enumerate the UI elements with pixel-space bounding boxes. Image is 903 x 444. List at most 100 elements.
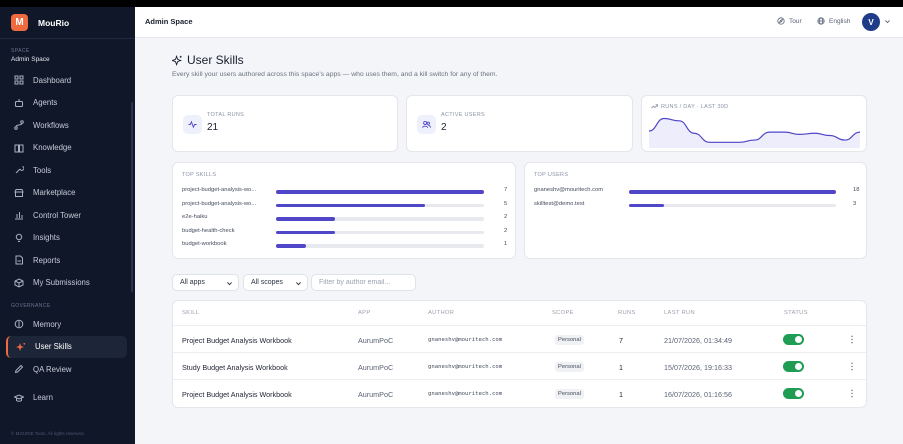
sidebar-item-label: Agents [33, 98, 58, 108]
sidebar-item-label: User Skills [35, 342, 72, 352]
bar-count: 7 [504, 187, 508, 193]
avatar[interactable]: V [862, 13, 880, 31]
bar-track [276, 203, 484, 208]
governance-section-label: GOVERNANCE [11, 303, 51, 309]
sidebar-item-label: Reports [33, 255, 61, 265]
more-options-icon[interactable] [850, 362, 854, 371]
workflow-icon [14, 120, 24, 131]
sidebar-item-qa-review[interactable]: QA Review [0, 358, 135, 381]
chevron-down-icon [296, 282, 301, 286]
skill-name: Project Budget Analysis Workbook [182, 390, 292, 399]
column-header-scope[interactable]: SCOPE [552, 310, 574, 316]
bar-row: budget-health-check 2 [182, 227, 512, 237]
more-options-icon[interactable] [850, 335, 854, 344]
bar-count: 2 [504, 214, 508, 221]
activity-icon [183, 115, 202, 134]
runs-sparkline [649, 117, 860, 148]
lightbulb-icon [14, 233, 24, 243]
bot-icon [14, 98, 24, 108]
sidebar-footer: © MOURIE Tools. All rights reserved. [11, 431, 85, 436]
top-skills-card: TOP SKILLS project-budget-analysis-wo...… [172, 162, 516, 259]
bar-track [276, 230, 484, 235]
column-header-app[interactable]: APP [358, 310, 371, 316]
author-filter-input[interactable] [311, 274, 416, 291]
stat-label: ACTIVE USERS [441, 112, 485, 118]
status-toggle[interactable] [783, 388, 804, 399]
bar-row: project-budget-analysis-wo... 7 [182, 186, 512, 196]
runs-per-day-card: RUNS / DAY · LAST 30D [641, 95, 867, 152]
sparkle-icon [16, 342, 26, 352]
table-row[interactable]: Project Budget Analysis Workbook AurumPo… [173, 326, 866, 353]
sidebar-item-knowledge[interactable]: Knowledge [0, 137, 135, 160]
sidebar-item-agents[interactable]: Agents [0, 92, 135, 115]
tour-button[interactable]: Tour [777, 17, 802, 25]
sidebar-item-my-submissions[interactable]: My Submissions [0, 272, 135, 295]
graduation-cap-icon [14, 393, 24, 403]
stat-value: 2 [441, 122, 447, 133]
bar-row: skilltest@demo.test 3 [534, 200, 864, 210]
brand[interactable]: M MouRio [0, 7, 135, 39]
last-run: 16/07/2026, 01:16:56 [664, 390, 732, 399]
sidebar-item-dashboard[interactable]: Dashboard [0, 69, 135, 92]
sidebar-item-control-tower[interactable]: Control Tower [0, 204, 135, 227]
sidebar-item-user-skills[interactable]: User Skills [6, 335, 127, 358]
apps-filter-select[interactable]: All apps [172, 274, 239, 291]
bar-count: 2 [504, 227, 508, 234]
sidebar-item-learn[interactable]: Learn [0, 387, 135, 410]
sidebar-item-marketplace[interactable]: Marketplace [0, 182, 135, 205]
last-run: 15/07/2026, 19:16:33 [664, 363, 732, 372]
top-users-card: TOP USERS gnaneshv@mouritech.com 18 skillt… [524, 162, 867, 259]
sparkline-area [649, 118, 860, 148]
sidebar-item-tools[interactable]: Tools [0, 159, 135, 182]
chevron-down-icon[interactable] [884, 18, 891, 25]
language-selector[interactable]: English [817, 17, 850, 25]
column-header-status[interactable]: STATUS [784, 310, 808, 316]
space-switcher[interactable]: SPACE Admin Space [0, 39, 135, 69]
bar-label: project-budget-analysis-wo... [182, 187, 257, 193]
more-options-icon[interactable] [850, 389, 854, 398]
table-row[interactable]: Project Budget Analysis Workbook AurumPo… [173, 380, 866, 407]
sidebar-item-label: Control Tower [33, 210, 81, 220]
sidebar-item-memory[interactable]: Memory [0, 313, 135, 336]
bar-row: project-budget-analysis-wo... 5 [182, 200, 512, 210]
bar-row: e2e-haiku 2 [182, 213, 512, 223]
bar-label: gnaneshv@mouritech.com [534, 187, 604, 193]
skill-name: Study Budget Analysis Workbook [182, 363, 288, 372]
language-label: English [829, 17, 851, 25]
sidebar-item-label: Dashboard [33, 75, 72, 85]
column-header-runs[interactable]: RUNS [618, 310, 636, 316]
status-toggle[interactable] [783, 334, 804, 345]
bar-track [629, 203, 836, 208]
bar-fill [276, 217, 336, 221]
compass-icon [777, 17, 785, 25]
sidebar-item-reports[interactable]: Reports [0, 249, 135, 272]
column-header-skill[interactable]: SKILL [182, 310, 199, 316]
space-name: Admin Space [11, 56, 50, 63]
bar-label: skilltest@demo.test [534, 200, 585, 207]
sidebar-item-label: Learn [33, 393, 53, 403]
status-toggle[interactable] [783, 361, 804, 372]
sidebar-scrollbar[interactable] [131, 102, 133, 292]
sidebar-item-label: Tools [33, 165, 52, 175]
skill-name: Project Budget Analysis Workbook [182, 336, 292, 345]
bar-track [276, 217, 484, 221]
scopes-filter-value: All scopes [251, 279, 283, 286]
scopes-filter-select[interactable]: All scopes [243, 274, 308, 291]
page-title: User Skills [172, 53, 244, 67]
sidebar-item-workflows[interactable]: Workflows [0, 114, 135, 137]
bar-row: budget-workbook 1 [182, 240, 512, 250]
header-title: Admin Space [145, 17, 193, 26]
column-header-last-run[interactable]: LAST RUN [664, 310, 695, 316]
globe-icon [817, 17, 825, 25]
sparkline-label: RUNS / DAY · LAST 30D [651, 103, 728, 110]
bar-label: budget-health-check [182, 227, 235, 234]
sidebar-item-insights[interactable]: Insights [0, 227, 135, 250]
bar-fill [629, 203, 664, 208]
runs-count: 1 [619, 390, 623, 399]
column-header-author[interactable]: AUTHOR [428, 310, 454, 316]
sparkline-label-text: RUNS / DAY · LAST 30D [661, 103, 729, 110]
package-icon [14, 278, 24, 288]
sidebar-item-label: My Submissions [33, 278, 90, 288]
table-row[interactable]: Study Budget Analysis Workbook AurumPoC … [173, 353, 866, 380]
bar-label: project-budget-analysis-wo... [182, 200, 257, 207]
